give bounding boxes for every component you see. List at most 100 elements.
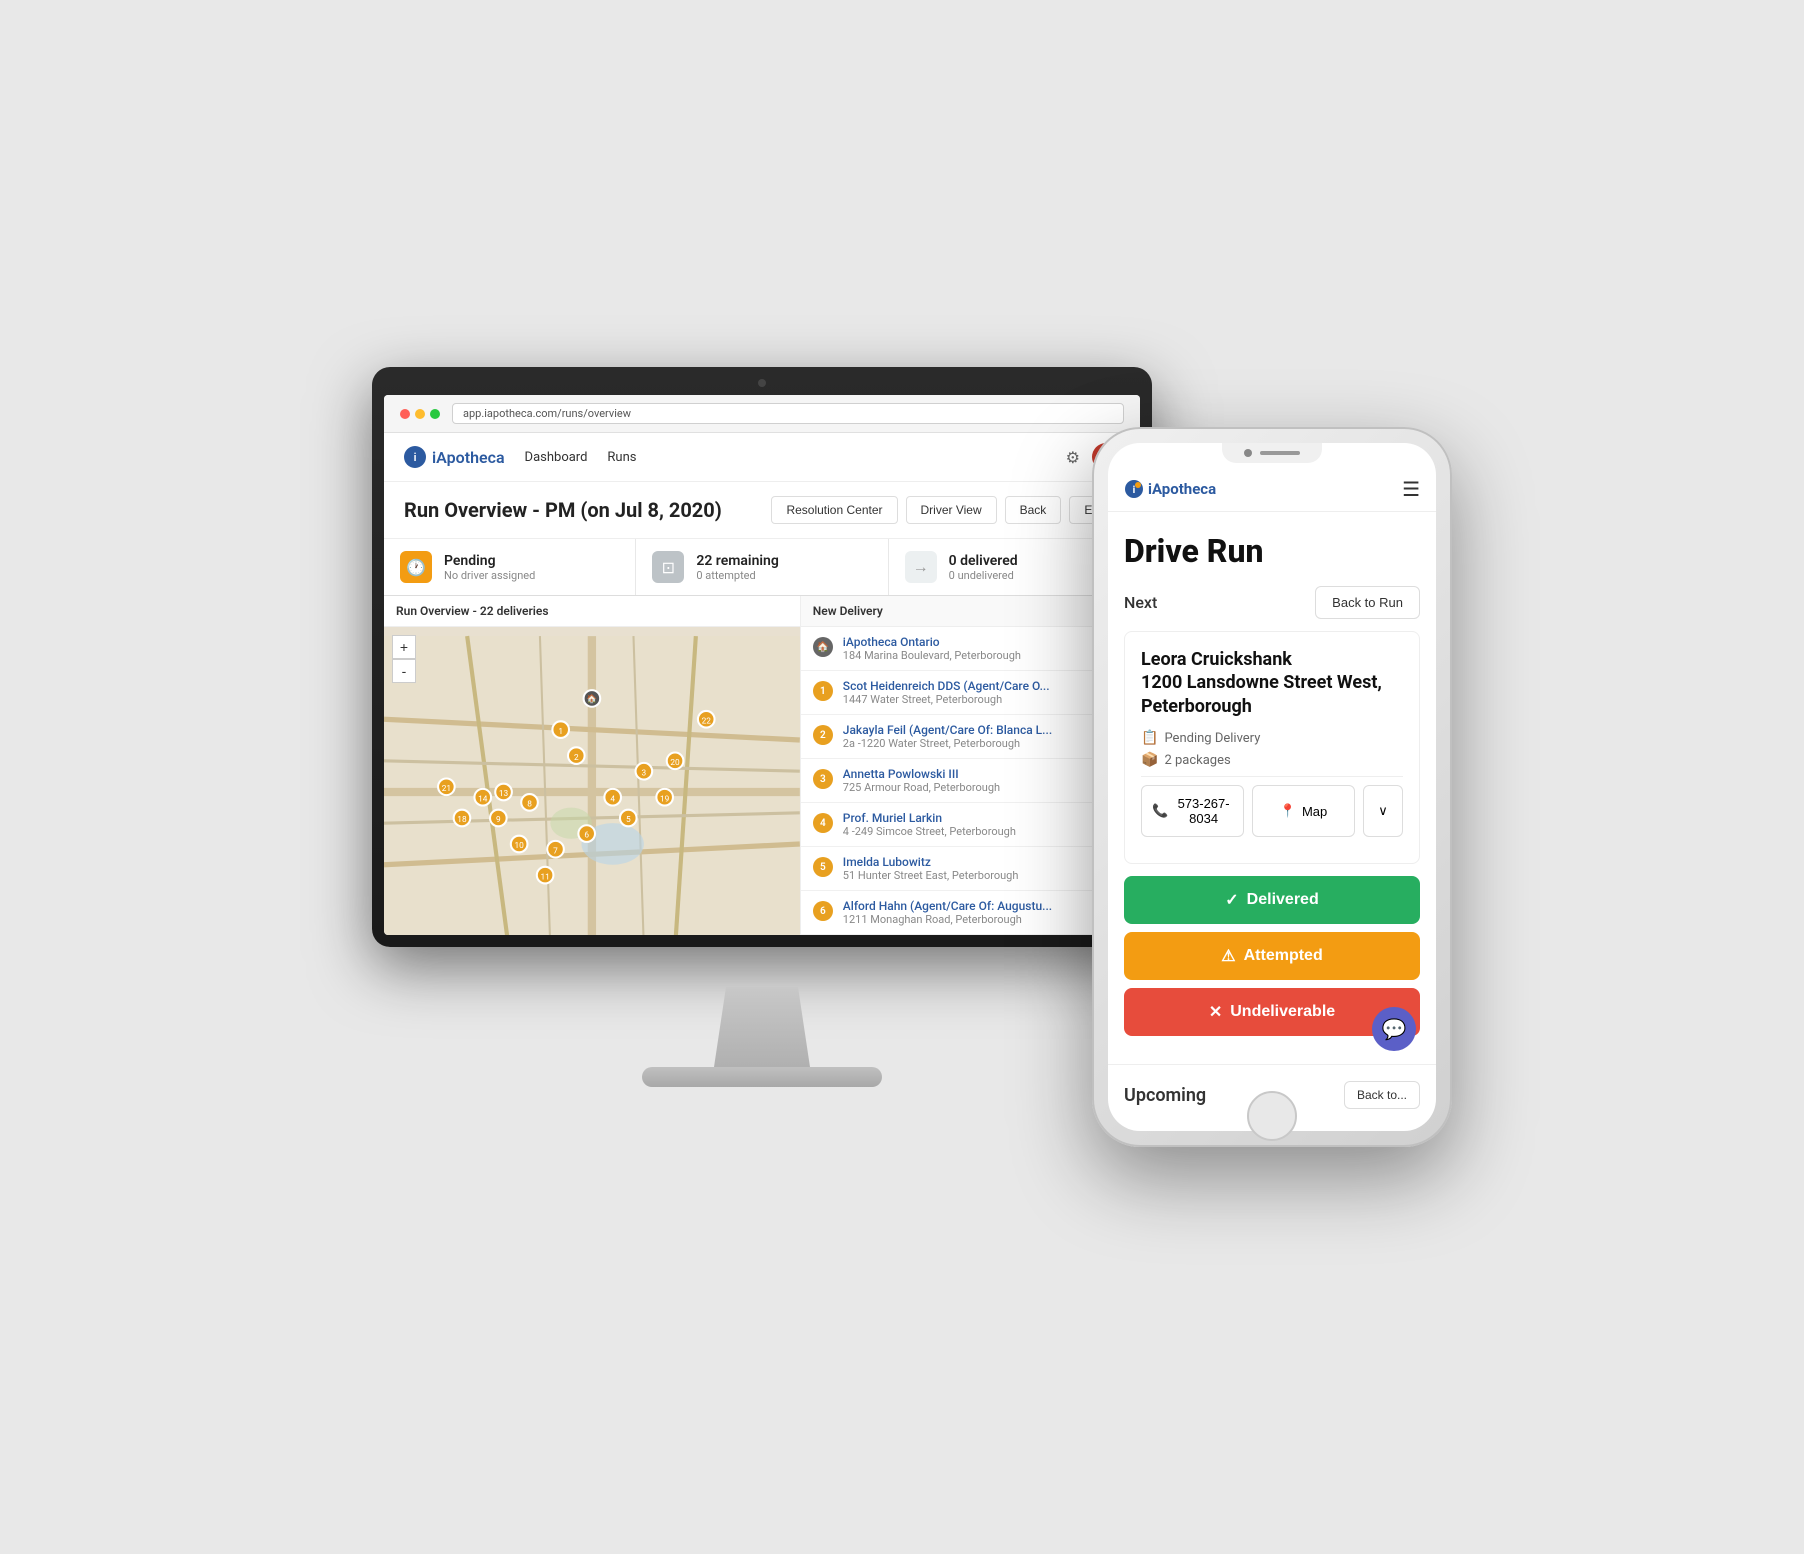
delivery-name-0: iApotheca Ontario [843,635,1021,649]
delivery-info-3: Annetta Powlowski III 725 Armour Road, P… [843,767,1000,794]
svg-text:8: 8 [527,800,532,810]
attempted-button[interactable]: ⚠ Attempted [1124,932,1420,980]
map-label: Map [1302,804,1327,819]
main-content: Run Overview - 22 deliveries [384,596,1140,935]
svg-text:11: 11 [540,872,549,882]
resolution-center-button[interactable]: Resolution Center [771,496,897,524]
zoom-out-button[interactable]: - [392,659,416,683]
browser-minimize-dot[interactable] [415,409,425,419]
svg-text:6: 6 [584,831,589,841]
phone-number: 573-267-8034 [1174,796,1233,826]
app-logo: i iApotheca [404,446,505,468]
svg-text:1: 1 [558,727,563,737]
settings-icon[interactable]: ⚙ [1066,448,1080,467]
delivery-packages: 📦 2 packages [1141,752,1403,768]
delivery-info-6: Alford Hahn (Agent/Care Of: Augustu... 1… [843,899,1052,926]
attempted-label: Attempted [1244,947,1323,965]
checkmark-icon: ✓ [1225,890,1238,910]
delivery-list-header: New Delivery [801,596,1140,627]
zoom-in-button[interactable]: + [392,635,416,659]
map-title: Run Overview - 22 deliveries [384,596,800,627]
mobile-logo: i iApotheca [1124,479,1216,499]
logo-icon: i [404,446,426,468]
back-to-run-button[interactable]: Back to Run [1315,586,1420,619]
mobile-logo-icon: i [1124,479,1144,499]
list-item[interactable]: 2 Jakayla Feil (Agent/Care Of: Blanca L.… [801,715,1140,759]
iphone-home-button[interactable] [1247,1091,1297,1141]
status-cards: 🕐 Pending No driver assigned ⊡ 22 remain… [384,539,1140,596]
phone-button[interactable]: 📞 573-267-8034 [1141,785,1244,837]
next-label: Next [1124,593,1157,612]
delivery-name-2: Jakayla Feil (Agent/Care Of: Blanca L... [843,723,1052,737]
next-section-header: Next Back to Run [1124,586,1420,619]
svg-text:🏠: 🏠 [587,694,597,705]
upcoming-label: Upcoming [1124,1085,1206,1106]
delivery-status: 📋 Pending Delivery [1141,730,1403,746]
phone-icon: 📞 [1152,803,1168,819]
browser-maximize-dot[interactable] [430,409,440,419]
status-card-remaining: ⊡ 22 remaining 0 attempted [636,539,888,595]
list-item[interactable]: 1 Scot Heidenreich DDS (Agent/Care O... … [801,671,1140,715]
map-button[interactable]: 📍 Map [1252,785,1355,837]
delivery-num-4: 4 [813,813,833,833]
delivery-address-1: 1447 Water Street, Peterborough [843,693,1050,706]
delivery-list: New Delivery 🏠 iApotheca Ontario 184 Mar… [800,596,1140,935]
action-row: 📞 573-267-8034 📍 Map ∨ [1141,785,1403,837]
nav-dashboard[interactable]: Dashboard [525,450,588,465]
browser-nav: app.iapotheca.com/runs/overview [384,395,1140,433]
header-buttons: Resolution Center Driver View Back Edit [771,496,1120,524]
iphone-device: i iApotheca ☰ Drive Run Next [1092,427,1452,1147]
imac-body: app.iapotheca.com/runs/overview i iApoth… [372,367,1152,947]
map-controls: + - [392,635,416,683]
imac-camera [758,379,766,387]
delivery-name-6: Alford Hahn (Agent/Care Of: Augustu... [843,899,1052,913]
map-area[interactable]: 🏠 1 2 3 4 5 [384,627,800,935]
expand-button[interactable]: ∨ [1363,785,1403,837]
delivery-name-card: Leora Cruickshank 1200 Lansdowne Street … [1141,648,1403,718]
delivery-status-text: Pending Delivery [1164,731,1260,746]
delivered-subtitle: 0 undelivered [949,569,1018,582]
svg-text:14: 14 [478,794,488,804]
drive-run-content: Drive Run Next Back to Run Leora Cruicks… [1108,512,1436,1064]
delivery-address-0: 184 Marina Boulevard, Peterborough [843,649,1021,662]
app-navbar: i iApotheca Dashboard Runs ⚙ 👤 [384,433,1140,482]
delivery-name-3: Annetta Powlowski III [843,767,1000,781]
list-item[interactable]: 🏠 iApotheca Ontario 184 Marina Boulevard… [801,627,1140,671]
delivery-num-2: 2 [813,725,833,745]
delivery-num-1: 1 [813,681,833,701]
list-item[interactable]: 3 Annetta Powlowski III 725 Armour Road,… [801,759,1140,803]
hamburger-menu-icon[interactable]: ☰ [1402,477,1420,501]
delivered-button[interactable]: ✓ Delivered [1124,876,1420,924]
nav-runs[interactable]: Runs [607,450,636,465]
svg-text:10: 10 [514,841,524,851]
chat-bubble-button[interactable]: 💬 [1372,1007,1416,1051]
logo-text: iApotheca [432,448,505,467]
delivery-info-5: Imelda Lubowitz 51 Hunter Street East, P… [843,855,1019,882]
imac-base [642,1067,882,1087]
delivered-title: 0 delivered [949,553,1018,569]
browser-close-dot[interactable] [400,409,410,419]
delivery-address-3: 725 Armour Road, Peterborough [843,781,1000,794]
back-button[interactable]: Back [1005,496,1062,524]
chat-icon: 💬 [1382,1017,1407,1041]
map-svg: 🏠 1 2 3 4 5 [384,627,800,935]
svg-text:20: 20 [670,758,680,768]
upcoming-back-button[interactable]: Back to... [1344,1081,1420,1109]
list-item[interactable]: 5 Imelda Lubowitz 51 Hunter Street East,… [801,847,1140,891]
delivery-num-5: 5 [813,857,833,877]
svg-text:2: 2 [574,753,579,763]
driver-view-button[interactable]: Driver View [906,496,997,524]
svg-text:21: 21 [442,784,451,794]
list-item[interactable]: 4 Prof. Muriel Larkin 4 -249 Simcoe Stre… [801,803,1140,847]
svg-text:4: 4 [610,794,615,804]
warning-icon: ⚠ [1221,946,1235,966]
pending-icon: 🕐 [400,551,432,583]
list-item[interactable]: 6 Alford Hahn (Agent/Care Of: Augustu...… [801,891,1140,935]
notch-speaker [1260,451,1300,455]
svg-text:19: 19 [660,794,670,804]
packages-icon: 📦 [1141,752,1158,768]
pending-status-text: Pending No driver assigned [444,553,535,582]
browser-url-bar[interactable]: app.iapotheca.com/runs/overview [452,403,1124,424]
page-title: Run Overview - PM (on Jul 8, 2020) [404,498,771,522]
x-circle-icon: ✕ [1209,1002,1222,1022]
